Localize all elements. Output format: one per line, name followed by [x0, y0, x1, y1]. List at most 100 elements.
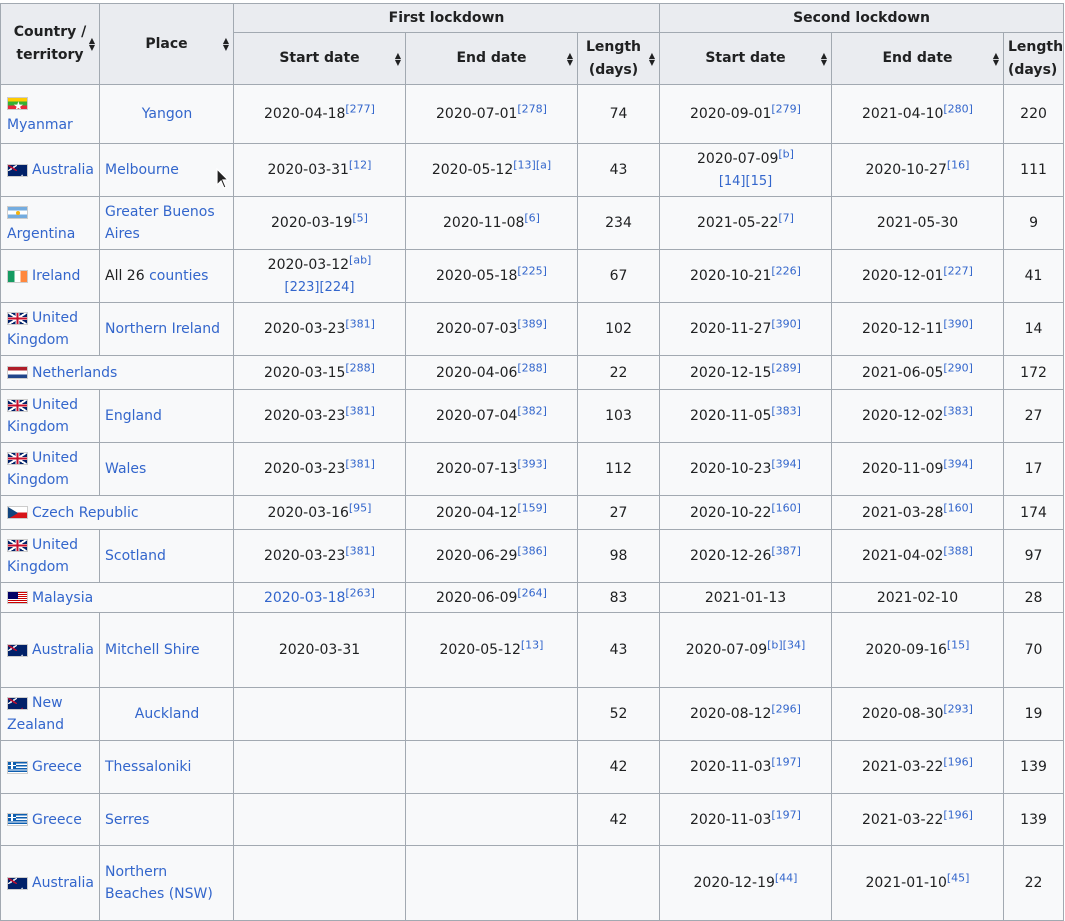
sort-icon[interactable]: ▲ ▼	[395, 51, 401, 66]
citation-ref[interactable]: [390]	[771, 317, 801, 330]
place-link[interactable]: England	[105, 408, 162, 424]
citation-ref[interactable]: [293]	[943, 702, 973, 715]
citation-ref[interactable]: [45]	[947, 871, 970, 884]
country-link[interactable]: Australia	[32, 875, 94, 891]
sort-icon[interactable]: ▲ ▼	[567, 51, 573, 66]
citation-ref[interactable]: [288]	[345, 361, 375, 374]
citation-ref[interactable]: [393]	[517, 457, 547, 470]
place-link[interactable]: Greater Buenos Aires	[105, 204, 215, 242]
citation-ref[interactable]: [44]	[775, 871, 798, 884]
citation-ref[interactable]: [b]	[778, 147, 794, 160]
place-link[interactable]: Northern Beaches (NSW)	[105, 864, 213, 902]
citation-ref[interactable]: [160]	[771, 501, 801, 514]
col-header-country[interactable]: Country / territory ▲ ▼	[0, 3, 100, 85]
country-link[interactable]: Australia	[32, 642, 94, 658]
sort-icon[interactable]: ▲ ▼	[223, 37, 229, 52]
citation-ref[interactable]: [381]	[345, 544, 375, 557]
citation-ref[interactable]: [227]	[943, 264, 973, 277]
col-header-length-2[interactable]: Length (days)	[1002, 32, 1065, 85]
citation-link[interactable]: [16]	[947, 158, 970, 171]
citation-link[interactable]: [390]	[771, 317, 801, 330]
citation-link[interactable]: [383]	[771, 404, 801, 417]
citation-ref[interactable]: [160]	[943, 501, 973, 514]
citation-ref[interactable]: [290]	[943, 361, 973, 374]
citation-link[interactable]: [389]	[517, 317, 547, 330]
citation-ref[interactable]: [197]	[771, 755, 801, 768]
citation-link[interactable]: [7]	[778, 211, 794, 224]
citation-link[interactable]: [160]	[771, 501, 801, 514]
citation-ref[interactable]: [381]	[345, 317, 375, 330]
citation-ref[interactable]: [263]	[345, 586, 375, 599]
sort-icon[interactable]: ▲ ▼	[821, 51, 827, 66]
citation-link[interactable]: [293]	[943, 702, 973, 715]
citation-link[interactable]: [227]	[943, 264, 973, 277]
citation-ref[interactable]: [394]	[771, 457, 801, 470]
citation-ref[interactable]: [13][a]	[513, 158, 551, 171]
col-header-start-date-2[interactable]: Start date ▲ ▼	[659, 32, 832, 85]
citation-ref[interactable]: [264]	[517, 586, 547, 599]
col-header-end-date-2[interactable]: End date ▲ ▼	[831, 32, 1004, 85]
citation-link[interactable]: [388]	[943, 544, 973, 557]
citation-link[interactable]: [95]	[349, 501, 372, 514]
country-link[interactable]: Czech Republic	[32, 505, 139, 521]
citation-link[interactable]: [394]	[771, 457, 801, 470]
sort-icon[interactable]: ▲ ▼	[993, 51, 999, 66]
citation-link[interactable]: [381]	[345, 404, 375, 417]
citation-link[interactable]: [b][34]	[767, 638, 805, 651]
citation-link[interactable]: [264]	[517, 586, 547, 599]
citation-ref[interactable]: [5]	[352, 211, 368, 224]
country-link[interactable]: Greece	[32, 812, 82, 828]
citation-link[interactable]: [197]	[771, 755, 801, 768]
citation-ref[interactable]: [381]	[345, 457, 375, 470]
citation-link[interactable]: [45]	[947, 871, 970, 884]
citation-link[interactable]: [160]	[943, 501, 973, 514]
place-link[interactable]: Northern Ireland	[105, 321, 220, 337]
citation-link[interactable]: [5]	[352, 211, 368, 224]
sort-icon[interactable]: ▲ ▼	[89, 37, 95, 52]
country-link[interactable]: Myanmar	[7, 117, 73, 133]
citation-link[interactable]: [381]	[345, 457, 375, 470]
citation-ref[interactable]: [196]	[943, 808, 973, 821]
citation-ref[interactable]: [383]	[771, 404, 801, 417]
citation-link[interactable]: [226]	[771, 264, 801, 277]
citation-ref[interactable]: [289]	[771, 361, 801, 374]
citation-ref[interactable]: [288]	[517, 361, 547, 374]
place-link[interactable]: Thessaloniki	[105, 759, 191, 775]
citation-link[interactable]: [197]	[771, 808, 801, 821]
citation-ref[interactable]: [277]	[345, 102, 375, 115]
place-link[interactable]: Scotland	[105, 548, 166, 564]
citation-ref[interactable]: [b][34]	[767, 638, 805, 651]
citation-link[interactable]: [393]	[517, 457, 547, 470]
country-link[interactable]: Greece	[32, 759, 82, 775]
place-link[interactable]: Mitchell Shire	[105, 642, 200, 658]
citation-ref[interactable]: [389]	[517, 317, 547, 330]
col-header-place[interactable]: Place ▲ ▼	[99, 3, 234, 85]
citation-link[interactable]: [290]	[943, 361, 973, 374]
citation-link[interactable]: [387]	[771, 544, 801, 557]
sort-icon[interactable]: ▲ ▼	[649, 51, 655, 66]
citation-link[interactable]: [6]	[524, 211, 540, 224]
citation-ref[interactable]: [ab]	[349, 253, 371, 266]
citation-ref[interactable]: [13]	[521, 638, 544, 651]
country-link[interactable]: Australia	[32, 162, 94, 178]
col-header-length-1[interactable]: Length (days) ▲ ▼	[577, 32, 660, 85]
citation-link[interactable]: [383]	[943, 404, 973, 417]
citation-ref[interactable]: [226]	[771, 264, 801, 277]
citation-ref[interactable]: [225]	[517, 264, 547, 277]
citation-ref[interactable]: [382]	[517, 404, 547, 417]
country-link[interactable]: Ireland	[32, 268, 80, 284]
citation-link[interactable]: [288]	[345, 361, 375, 374]
place-link[interactable]: Auckland	[135, 706, 199, 722]
citation-link[interactable]: [12]	[349, 158, 372, 171]
citation-ref[interactable]: [7]	[778, 211, 794, 224]
citation-ref[interactable]: [16]	[947, 158, 970, 171]
citation-link[interactable]: [289]	[771, 361, 801, 374]
place-link[interactable]: counties	[149, 268, 208, 284]
citation-link[interactable]: [225]	[517, 264, 547, 277]
citation-link[interactable]: [196]	[943, 755, 973, 768]
citation-link[interactable]: [279]	[771, 102, 801, 115]
citation-link[interactable]: [159]	[517, 501, 547, 514]
citation-link[interactable]: [15]	[947, 638, 970, 651]
place-link[interactable]: Wales	[105, 461, 146, 477]
citation-ref[interactable]: [386]	[517, 544, 547, 557]
